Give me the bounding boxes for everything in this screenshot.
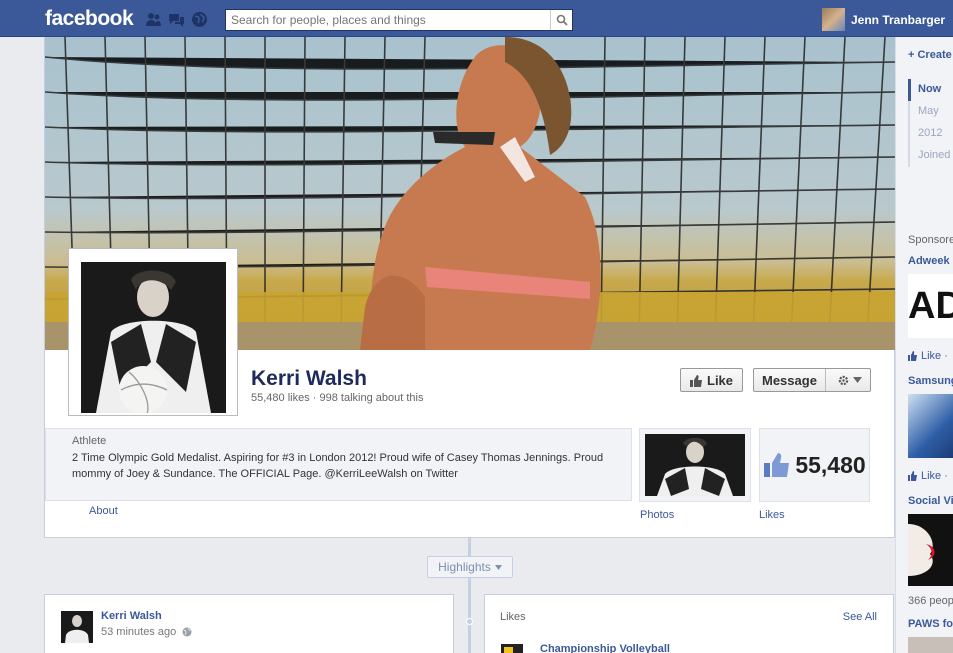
ad-image-samsung[interactable] <box>908 394 953 458</box>
ad-like-samsung[interactable]: Like · <box>908 470 948 482</box>
thumbs-up-icon <box>908 471 917 481</box>
ad-social-text: 366 peop <box>908 595 953 607</box>
page-stats: 55,480 likes · 998 talking about this <box>251 392 424 404</box>
post-timestamp[interactable]: 53 minutes ago <box>101 626 192 638</box>
profile-picture[interactable] <box>68 248 238 416</box>
likes-count: 55,480 <box>795 451 866 478</box>
right-rail: + Create Now May 2012 Joined Sponsored A… <box>895 37 953 653</box>
ad-image-adweek[interactable]: ADV <box>908 274 953 338</box>
timeline-nav: Now May 2012 Joined <box>908 79 950 167</box>
timeline-nav-joined[interactable]: Joined <box>910 145 950 167</box>
photos-thumbnail <box>645 434 745 496</box>
gear-icon <box>838 375 849 385</box>
friend-requests-icon[interactable] <box>145 11 162 28</box>
thumbs-up-icon <box>690 374 702 387</box>
notification-icons <box>145 11 208 28</box>
thumbs-up-icon <box>764 453 790 477</box>
highlights-label: Highlights <box>438 560 491 574</box>
ad-title-paws[interactable]: PAWS fo <box>908 618 953 630</box>
about-link[interactable]: About <box>89 505 118 517</box>
post-time: 53 minutes ago <box>101 626 177 638</box>
likes-link[interactable]: Likes <box>759 509 785 521</box>
like-button[interactable]: Like <box>680 368 743 392</box>
timeline-dot <box>466 618 473 625</box>
user-avatar <box>822 8 845 31</box>
ad-like-adweek[interactable]: Like · <box>908 350 948 362</box>
chevron-down-icon <box>494 564 502 570</box>
top-bar: facebook Jenn Tranbarger <box>0 0 953 37</box>
facebook-logo[interactable]: facebook <box>45 7 134 31</box>
message-button[interactable]: Message <box>754 369 826 391</box>
ad-like-label: Like · <box>921 470 948 482</box>
page-category: Athlete <box>72 435 107 447</box>
create-link[interactable]: + Create <box>908 49 952 61</box>
ad-image-social[interactable] <box>908 514 953 586</box>
see-all-link[interactable]: See All <box>843 611 877 623</box>
ad-title-social[interactable]: Social Vi <box>908 495 953 507</box>
about-summary[interactable]: Athlete 2 Time Olympic Gold Medalist. As… <box>45 428 632 501</box>
chevron-down-icon <box>852 377 862 383</box>
page-header: Kerri Walsh 55,480 likes · 998 talking a… <box>44 37 896 538</box>
like-button-label: Like <box>707 372 734 388</box>
athlete-figure <box>360 37 601 350</box>
search-input[interactable] <box>226 10 548 30</box>
liked-page-link[interactable]: Championship Volleyball <box>540 643 670 653</box>
timeline-nav-may[interactable]: May <box>910 101 950 123</box>
likes-box: Likes See All Championship Volleyball <box>484 594 894 653</box>
likes-box-heading: Likes <box>500 611 526 623</box>
search-box <box>225 9 573 31</box>
timeline-nav-2012[interactable]: 2012 <box>910 123 950 145</box>
sponsored-heading: Sponsored <box>908 234 953 246</box>
globe-icon <box>182 627 192 637</box>
page-description: 2 Time Olympic Gold Medalist. Aspiring f… <box>72 452 604 480</box>
message-button-group: Message <box>753 368 871 392</box>
post-author-avatar[interactable] <box>61 611 93 643</box>
highlights-dropdown[interactable]: Highlights <box>427 556 513 578</box>
settings-dropdown[interactable] <box>830 375 862 386</box>
user-name: Jenn Tranbarger <box>851 12 946 27</box>
messages-icon[interactable] <box>168 11 185 28</box>
ad-like-label: Like · <box>921 350 948 362</box>
timeline-nav-now[interactable]: Now <box>908 79 950 101</box>
photos-link[interactable]: Photos <box>640 509 674 521</box>
user-profile-link[interactable]: Jenn Tranbarger <box>822 8 945 31</box>
svg-text:ADV: ADV <box>908 285 953 327</box>
timeline-post: Kerri Walsh 53 minutes ago <box>44 594 454 653</box>
search-icon <box>556 14 568 26</box>
notifications-globe-icon[interactable] <box>191 11 208 28</box>
page-title: Kerri Walsh <box>251 367 367 390</box>
ad-title-adweek[interactable]: Adweek <box>908 255 950 267</box>
ad-image-paws[interactable] <box>908 637 953 653</box>
likes-tile[interactable]: 55,480 <box>759 428 870 502</box>
thumbs-up-icon <box>908 351 917 361</box>
profile-photo <box>81 262 226 413</box>
post-author-name[interactable]: Kerri Walsh <box>101 610 162 622</box>
search-button[interactable] <box>550 10 572 30</box>
championship-volleyball-icon[interactable] <box>501 644 523 653</box>
ad-title-samsung[interactable]: Samsung <box>908 375 953 387</box>
photos-tile[interactable] <box>639 428 751 502</box>
